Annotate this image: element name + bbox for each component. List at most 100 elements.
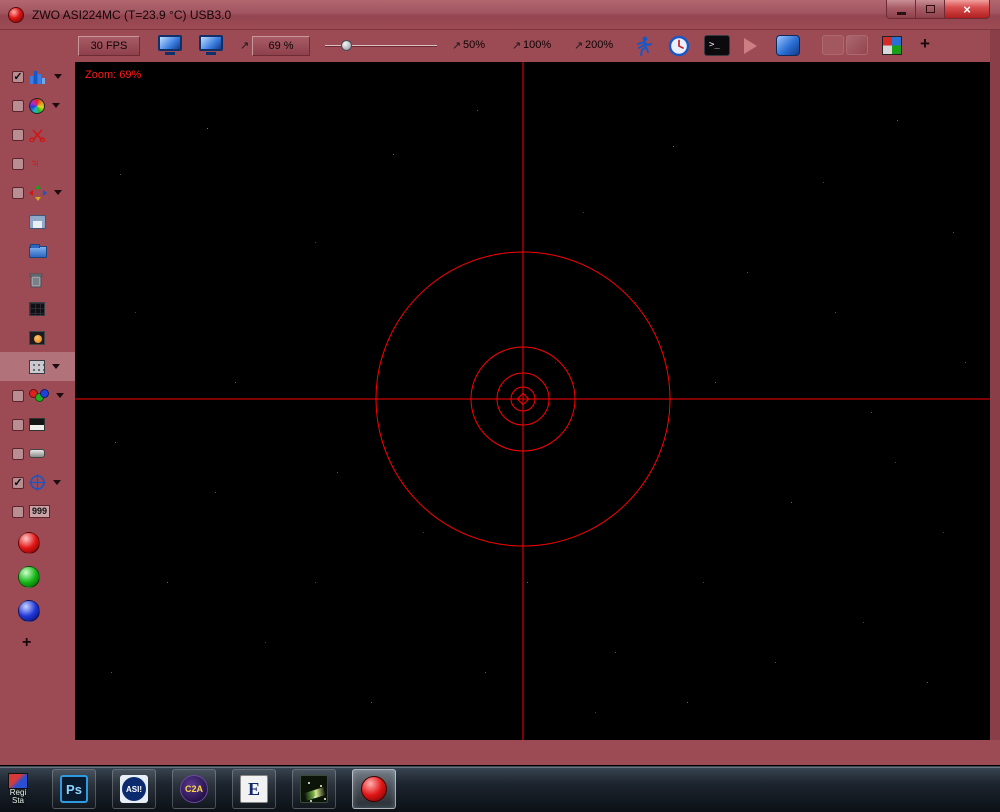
jupiter-checkbox[interactable]	[12, 157, 24, 170]
sidebar-item-debayer[interactable]	[0, 381, 75, 410]
zoom-slider[interactable]	[325, 40, 437, 51]
app-window: ZWO ASI224MC (T=23.9 °C) USB3.0 × 30 FPS…	[0, 0, 1000, 812]
sidebar-item-flatframe[interactable]	[0, 323, 75, 352]
reticle-overlay	[75, 62, 990, 740]
maximize-button[interactable]	[916, 0, 944, 19]
colorwheel-caret-icon[interactable]	[52, 103, 60, 108]
display-panel-icon[interactable]	[776, 35, 800, 56]
asi-icon: ASI!	[120, 775, 148, 803]
sidebar-item-save[interactable]	[0, 207, 75, 236]
autorun-icon[interactable]	[632, 35, 654, 57]
cut-checkbox[interactable]	[12, 128, 24, 141]
color-image-icon[interactable]	[882, 36, 902, 55]
trash-icon	[29, 273, 43, 287]
colorwheel-checkbox[interactable]	[12, 99, 24, 112]
zoom-preset-100[interactable]: 100%	[523, 39, 551, 51]
scissors-icon	[29, 128, 45, 142]
sidebar-item-trash[interactable]	[0, 265, 75, 294]
sidebar-item-add[interactable]: +	[0, 628, 75, 657]
grid-icon	[29, 359, 45, 374]
taskbar-item-starchart[interactable]	[292, 769, 336, 809]
window-controls: ×	[886, 0, 990, 19]
reticle-checkbox[interactable]	[12, 476, 24, 489]
toolbar: 30 FPS ↗ 69 % ↗ 50% ↗ 100% ↗ 200% >_ +	[0, 30, 1000, 62]
black-white-icon	[29, 418, 45, 431]
close-button[interactable]: ×	[944, 0, 990, 19]
reticle-caret-icon[interactable]	[53, 480, 61, 485]
save-icon	[29, 214, 46, 229]
sidebar-item-counter[interactable]: 999	[0, 497, 75, 526]
taskbar-item-e-app[interactable]: E	[232, 769, 276, 809]
mono-checkbox[interactable]	[12, 418, 24, 431]
sidebar-item-green-channel[interactable]	[0, 560, 75, 594]
taskbar-item-asi[interactable]: ASI!	[112, 769, 156, 809]
fps-button[interactable]: 30 FPS	[78, 36, 140, 56]
monitor-icon-2[interactable]	[196, 35, 226, 58]
maximize-icon	[925, 5, 935, 13]
preset-200-arrow-icon: ↗	[574, 40, 584, 52]
title-bar: ZWO ASI224MC (T=23.9 °C) USB3.0 ×	[0, 0, 1000, 30]
sidebar-item-reticle[interactable]	[0, 468, 75, 497]
histogram-checkbox[interactable]	[12, 70, 24, 83]
photoshop-icon: Ps	[60, 775, 88, 803]
preset-100-arrow-icon: ↗	[512, 40, 522, 52]
rgb-balls-icon	[29, 388, 49, 403]
registax-label: Regi Sta	[9, 788, 27, 805]
minimize-icon	[896, 11, 906, 15]
sidebar-item-gamma[interactable]	[0, 439, 75, 468]
taskbar-item-photoshop[interactable]: Ps	[52, 769, 96, 809]
monitor-icon-1[interactable]	[155, 35, 185, 58]
reticle-icon	[29, 474, 46, 491]
e-app-icon: E	[240, 775, 268, 803]
sidebar-item-grid[interactable]	[0, 352, 75, 381]
blue-sphere-button[interactable]	[18, 600, 40, 622]
align-checkbox[interactable]	[12, 186, 24, 199]
history-clock-icon[interactable]	[668, 35, 690, 57]
align-caret-icon[interactable]	[54, 190, 62, 195]
debayer-caret-icon[interactable]	[56, 393, 64, 398]
sidebar-item-blue-channel[interactable]	[0, 594, 75, 628]
zoom-slider-thumb[interactable]	[341, 40, 352, 51]
firecapture-icon	[361, 776, 387, 802]
app-logo-icon	[8, 6, 24, 23]
taskbar-item-c2a[interactable]: C2A	[172, 769, 216, 809]
red-sphere-button[interactable]	[18, 532, 40, 554]
preset-50-arrow-icon: ↗	[452, 40, 462, 52]
grid-caret-icon[interactable]	[52, 364, 60, 369]
folder-icon	[29, 244, 47, 258]
zoom-preset-50[interactable]: 50%	[463, 39, 485, 51]
zoom-value-button[interactable]: 69 %	[252, 36, 310, 56]
taskbar-item-firecapture[interactable]	[352, 769, 396, 809]
histogram-caret-icon[interactable]	[54, 74, 62, 79]
camera-viewport[interactable]: Zoom: 69%	[75, 62, 990, 740]
sidebar-item-align[interactable]	[0, 178, 75, 207]
sidebar-item-folder[interactable]	[0, 236, 75, 265]
green-sphere-button[interactable]	[18, 566, 40, 588]
sidebar-item-red-channel[interactable]	[0, 526, 75, 560]
gray-pill-icon	[29, 449, 45, 458]
sidebar-item-mono[interactable]	[0, 410, 75, 439]
window-title: ZWO ASI224MC (T=23.9 °C) USB3.0	[32, 7, 232, 22]
move-arrows-icon	[29, 184, 47, 201]
sidebar-item-colorwheel[interactable]	[0, 91, 75, 120]
zoom-preset-200[interactable]: 200%	[585, 39, 613, 51]
sidebar-item-jupiter[interactable]: ♃	[0, 149, 75, 178]
toolbar-add-button[interactable]: +	[920, 34, 930, 54]
minimize-button[interactable]	[886, 0, 916, 19]
play-icon[interactable]	[744, 38, 757, 54]
flat-frame-icon	[29, 330, 45, 345]
sidebar-item-cut[interactable]	[0, 120, 75, 149]
terminal-icon[interactable]: >_	[704, 35, 730, 56]
window-right-edge	[990, 30, 1000, 740]
sidebar-add-button[interactable]: +	[22, 634, 31, 652]
sidebar-item-darkframe[interactable]	[0, 294, 75, 323]
taskbar-item-registax[interactable]: Regi Sta	[0, 769, 36, 809]
debayer-checkbox[interactable]	[12, 389, 24, 402]
counter-999-icon: 999	[29, 505, 51, 518]
gamma-checkbox[interactable]	[12, 447, 24, 460]
histogram-icon	[30, 71, 45, 84]
sidebar-item-histogram[interactable]	[0, 62, 75, 91]
disabled-tool-icon-1	[822, 35, 844, 55]
counter-checkbox[interactable]	[12, 505, 24, 518]
asi-icon-label: ASI!	[122, 777, 146, 801]
